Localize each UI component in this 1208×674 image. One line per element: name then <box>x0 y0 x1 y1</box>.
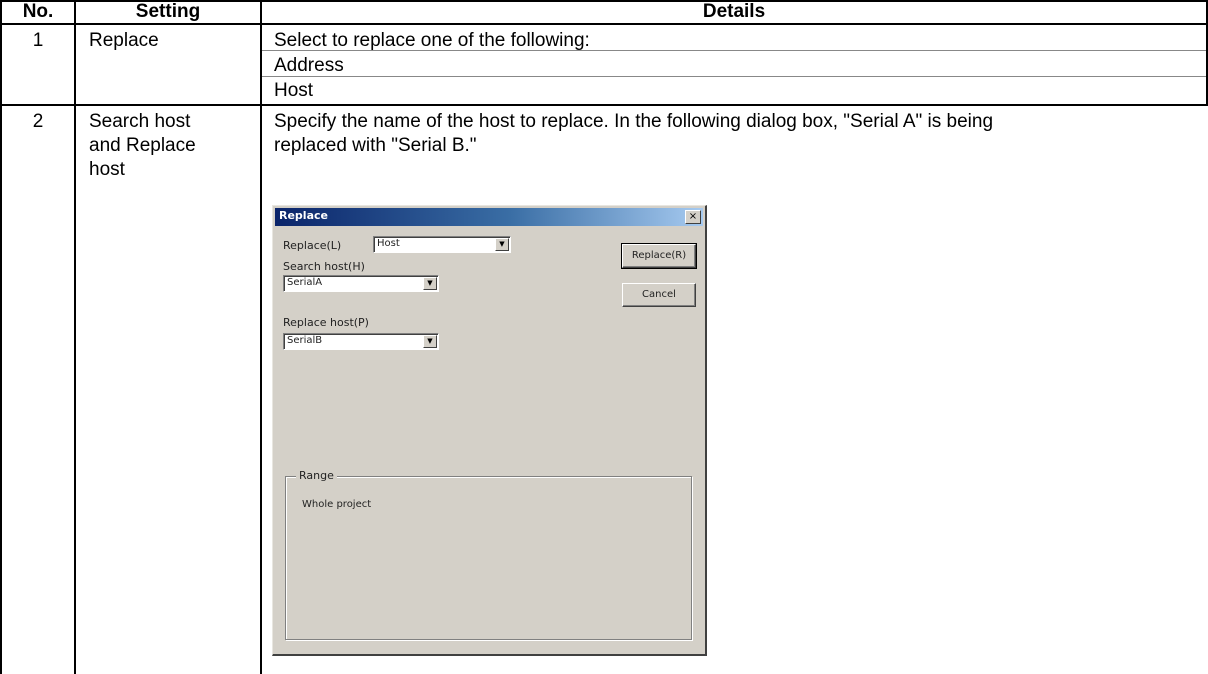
range-label: Range <box>296 469 337 482</box>
replace-host-value: SerialB <box>287 335 323 346</box>
table-rule <box>74 0 76 674</box>
row2-no: 2 <box>32 111 44 132</box>
replace-host-select[interactable]: SerialB ▼ <box>283 333 439 350</box>
row2-setting-line: and Replace <box>89 135 196 156</box>
table-rule <box>0 104 1208 106</box>
header-setting: Setting <box>135 1 201 22</box>
row1-subrule <box>262 76 1206 77</box>
cancel-button[interactable]: Cancel <box>622 283 696 307</box>
chevron-down-icon[interactable]: ▼ <box>495 238 509 251</box>
search-host-value: SerialA <box>287 277 323 288</box>
row1-details-option: Host <box>274 80 314 101</box>
replace-button[interactable]: Replace(R) <box>621 243 697 269</box>
replace-type-label: Replace(L) <box>283 239 342 252</box>
row1-subrule <box>262 50 1206 51</box>
chevron-down-icon[interactable]: ▼ <box>423 277 437 290</box>
row2-details-line: replaced with "Serial B." <box>274 135 477 156</box>
row2-details-line: Specify the name of the host to replace.… <box>274 111 994 132</box>
row2-setting-line: host <box>89 159 125 180</box>
replace-type-value: Host <box>377 238 400 249</box>
dialog-titlebar[interactable]: Replace × <box>275 208 703 226</box>
dialog-title: Replace <box>279 209 328 222</box>
header-details: Details <box>702 1 766 22</box>
close-icon[interactable]: × <box>685 210 701 224</box>
range-group: Range Whole project <box>285 469 692 640</box>
table-rule <box>0 23 1208 25</box>
search-host-select[interactable]: SerialA ▼ <box>283 275 439 292</box>
header-no: No. <box>22 1 54 22</box>
row1-setting: Replace <box>89 30 159 51</box>
replace-dialog: Replace × Replace(L) Host ▼ Search host(… <box>272 205 707 656</box>
search-host-label: Search host(H) <box>283 260 365 273</box>
chevron-down-icon[interactable]: ▼ <box>423 335 437 348</box>
replace-host-label: Replace host(P) <box>283 316 369 329</box>
table-rule <box>0 0 2 674</box>
row1-details-option: Address <box>274 55 344 76</box>
row2-setting-line: Search host <box>89 111 191 132</box>
range-value: Whole project <box>302 499 372 510</box>
replace-type-select[interactable]: Host ▼ <box>373 236 511 253</box>
row1-no: 1 <box>32 30 44 51</box>
table-rule <box>260 0 262 674</box>
